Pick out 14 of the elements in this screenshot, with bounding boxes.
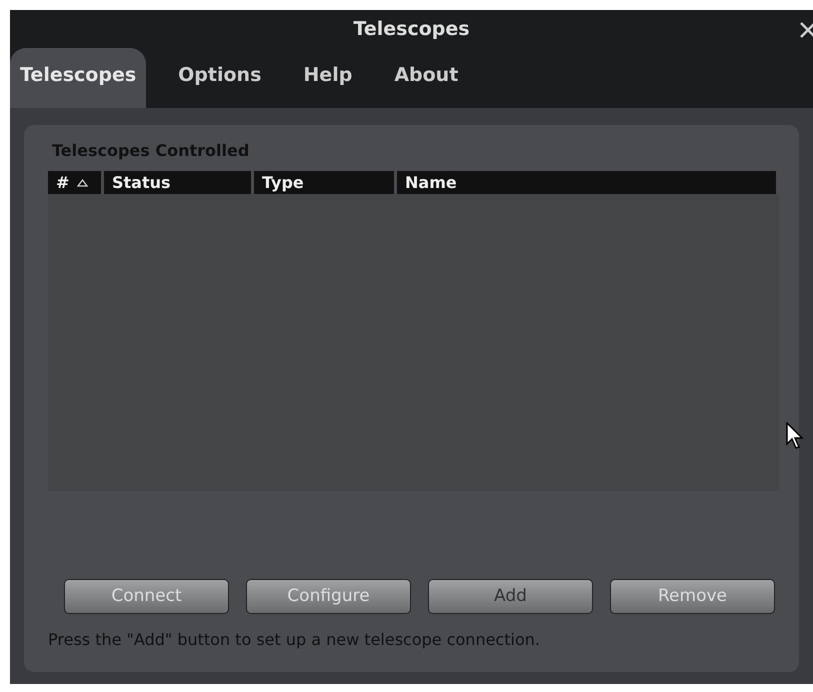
- status-message: Press the "Add" button to set up a new telescope connection.: [48, 629, 541, 651]
- tab[interactable]: About: [384, 48, 468, 108]
- column-header[interactable]: #: [48, 171, 104, 194]
- mouse-pointer-icon: [786, 422, 804, 450]
- action-button[interactable]: Add: [428, 579, 593, 614]
- tab[interactable]: Telescopes: [10, 48, 146, 108]
- close-icon[interactable]: [800, 22, 813, 38]
- tab[interactable]: Options: [168, 48, 272, 108]
- column-header[interactable]: Name: [397, 171, 779, 194]
- group-title: Telescopes Controlled: [52, 140, 250, 162]
- column-header[interactable]: Type: [254, 171, 397, 194]
- column-header[interactable]: Status: [104, 171, 254, 194]
- window-title: Telescopes: [353, 16, 470, 42]
- tab[interactable]: Help: [293, 48, 362, 108]
